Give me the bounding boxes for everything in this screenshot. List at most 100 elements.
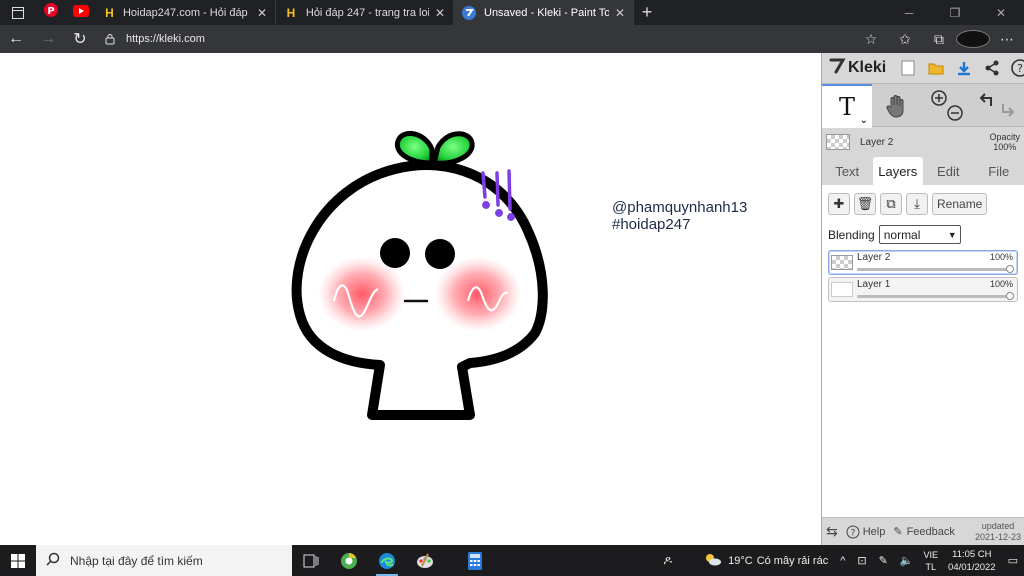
pinned-tab-pinterest[interactable]: P xyxy=(36,0,66,25)
help-question-icon[interactable]: ? xyxy=(1006,54,1024,82)
tab-text[interactable]: Text xyxy=(822,157,873,185)
pen-icon[interactable]: ✎ xyxy=(873,554,894,567)
swap-sides-icon[interactable]: ⇆ xyxy=(826,523,838,540)
clock[interactable]: 11:05 CH 04/01/2022 xyxy=(942,548,1002,574)
refresh-icon[interactable]: ↻ xyxy=(64,25,96,53)
new-image-icon[interactable] xyxy=(894,54,922,82)
close-icon[interactable]: ✕ xyxy=(251,6,267,20)
undo-redo-icon xyxy=(979,93,1015,117)
close-icon[interactable]: ✕ xyxy=(429,6,445,20)
download-icon[interactable] xyxy=(950,54,978,82)
notifications-icon[interactable]: ▭ xyxy=(1002,554,1024,567)
tab-title: Hoidap247.com - Hỏi đáp bài tậ... xyxy=(122,6,251,19)
hand-icon xyxy=(886,95,904,118)
minimize-icon[interactable]: ─ xyxy=(886,0,932,25)
profile-avatar[interactable] xyxy=(956,30,990,48)
drawing-canvas[interactable]: @phamquynhanh13 #hoidap247 xyxy=(0,53,821,545)
close-window-icon[interactable]: ✕ xyxy=(978,0,1024,25)
favorites-icon[interactable]: ✩ xyxy=(888,31,922,48)
feedback-link[interactable]: ✎ Feedback xyxy=(893,525,955,539)
weather-widget[interactable]: 19°C Có mây rải rác xyxy=(698,552,834,569)
updated-date: 2021-12-23 xyxy=(974,531,1021,542)
task-view-icon[interactable] xyxy=(292,545,330,576)
feedback-label: Feedback xyxy=(906,525,955,538)
duplicate-layer-button[interactable]: ⧉ xyxy=(880,193,902,215)
address-bar: ← → ↻ https://kleki.com ☆ ✩ ⧉ ⋯ xyxy=(0,25,1024,53)
watermark-username: @phamquynhanh13 xyxy=(612,199,748,216)
blending-row: Blending normal ▼ xyxy=(828,225,1018,244)
tool-row: T ⌄ xyxy=(822,83,1024,128)
tab-title: Hỏi đáp 247 - trang tra loi xyxy=(305,6,429,19)
start-button[interactable] xyxy=(0,545,36,576)
hand-tool[interactable] xyxy=(872,84,922,128)
people-icon[interactable]: ዶ xyxy=(657,553,678,568)
open-folder-icon[interactable] xyxy=(922,54,950,82)
layer-opacity-slider[interactable] xyxy=(857,265,1014,273)
tab-edit[interactable]: Edit xyxy=(923,157,974,185)
more-icon[interactable]: ⋯ xyxy=(990,31,1024,48)
new-tab-button[interactable]: + xyxy=(634,0,660,25)
input-language[interactable]: VIE TL xyxy=(920,549,943,573)
tab-layers[interactable]: Layers xyxy=(872,157,923,185)
layer-opacity: 100% xyxy=(989,252,1013,262)
kleki-logo[interactable]: Kleki xyxy=(828,57,886,80)
add-layer-button[interactable]: ✚ xyxy=(828,193,850,215)
chevron-down-icon[interactable]: ⌄ xyxy=(860,115,868,126)
chevron-up-icon[interactable]: ^ xyxy=(834,555,851,567)
network-icon[interactable]: ⊡ xyxy=(851,554,872,567)
tab-hoidap247[interactable]: H Hoidap247.com - Hỏi đáp bài tậ... ✕ xyxy=(96,0,276,25)
zoom-in-out-icon xyxy=(931,90,963,121)
back-icon[interactable]: ← xyxy=(0,25,32,53)
blending-select[interactable]: normal ▼ xyxy=(878,225,961,244)
help-link[interactable]: ? Help xyxy=(846,525,885,539)
url-text: https://kleki.com xyxy=(126,33,205,45)
tab-hoidap-trang-tra-loi[interactable]: H Hỏi đáp 247 - trang tra loi ✕ xyxy=(276,0,454,25)
layer-item[interactable]: Layer 2 100% xyxy=(828,250,1018,275)
svg-text:?: ? xyxy=(1017,62,1023,75)
volume-icon[interactable]: 🔈 xyxy=(894,554,920,567)
share-icon[interactable] xyxy=(978,54,1006,82)
current-layer-indicator[interactable]: Layer 2 Opacity 100% xyxy=(822,129,1024,155)
svg-text:?: ? xyxy=(850,528,855,538)
hoidap-icon: H xyxy=(105,5,114,20)
left-eye xyxy=(380,238,410,268)
updated-info[interactable]: updated 2021-12-23 xyxy=(975,521,1021,543)
paint-app-icon[interactable] xyxy=(406,545,444,576)
chrome-like-app-icon[interactable] xyxy=(330,545,368,576)
hoidap-icon: H xyxy=(286,5,296,20)
edge-browser-icon[interactable] xyxy=(368,545,406,576)
zoom-tool[interactable] xyxy=(922,84,972,128)
panel-top-bar: Kleki ? xyxy=(822,53,1024,83)
browser-tab-strip: P H Hoidap247.com - Hỏi đáp bài tậ... ✕ … xyxy=(0,0,1024,25)
slider-handle[interactable] xyxy=(1006,292,1014,300)
collections-icon[interactable]: ⧉ xyxy=(922,31,956,48)
chevron-down-icon: ▼ xyxy=(947,229,957,240)
tab-kleki[interactable]: Unsaved - Kleki - Paint Tool ✕ xyxy=(454,0,634,25)
taskbar-search[interactable]: Nhập tại đây để tìm kiếm xyxy=(36,545,292,576)
pinned-tab-youtube[interactable] xyxy=(66,0,96,25)
layer-item[interactable]: Layer 1 100% xyxy=(828,277,1018,302)
delete-layer-button[interactable]: 🗑 xyxy=(854,193,876,215)
merge-layer-button[interactable]: ⤓ xyxy=(906,193,928,215)
restore-icon[interactable]: ❐ xyxy=(932,0,978,25)
blending-value: normal xyxy=(883,227,921,242)
pinterest-icon: P xyxy=(44,3,58,22)
current-layer-name: Layer 2 xyxy=(860,136,894,148)
forward-icon[interactable]: → xyxy=(32,25,64,53)
brand-name: Kleki xyxy=(848,59,887,76)
tab-file[interactable]: File xyxy=(974,157,1024,185)
layer-opacity-slider[interactable] xyxy=(857,292,1014,300)
text-tool[interactable]: T ⌄ xyxy=(822,84,872,128)
calculator-app-icon[interactable] xyxy=(456,545,494,576)
merge-down-icon: ⤓ xyxy=(914,196,920,211)
window-menu-icon[interactable] xyxy=(0,0,36,25)
favorite-star-icon[interactable]: ☆ xyxy=(854,31,888,48)
rename-button[interactable]: Rename xyxy=(932,193,988,215)
close-icon[interactable]: ✕ xyxy=(609,6,625,20)
layer-name: Layer 1 xyxy=(857,279,891,290)
url-field[interactable]: https://kleki.com xyxy=(104,28,844,50)
blending-label: Blending xyxy=(828,227,875,242)
tab-title: Unsaved - Kleki - Paint Tool xyxy=(484,6,609,19)
undo-redo-tool[interactable] xyxy=(972,84,1022,128)
slider-handle[interactable] xyxy=(1006,265,1014,273)
